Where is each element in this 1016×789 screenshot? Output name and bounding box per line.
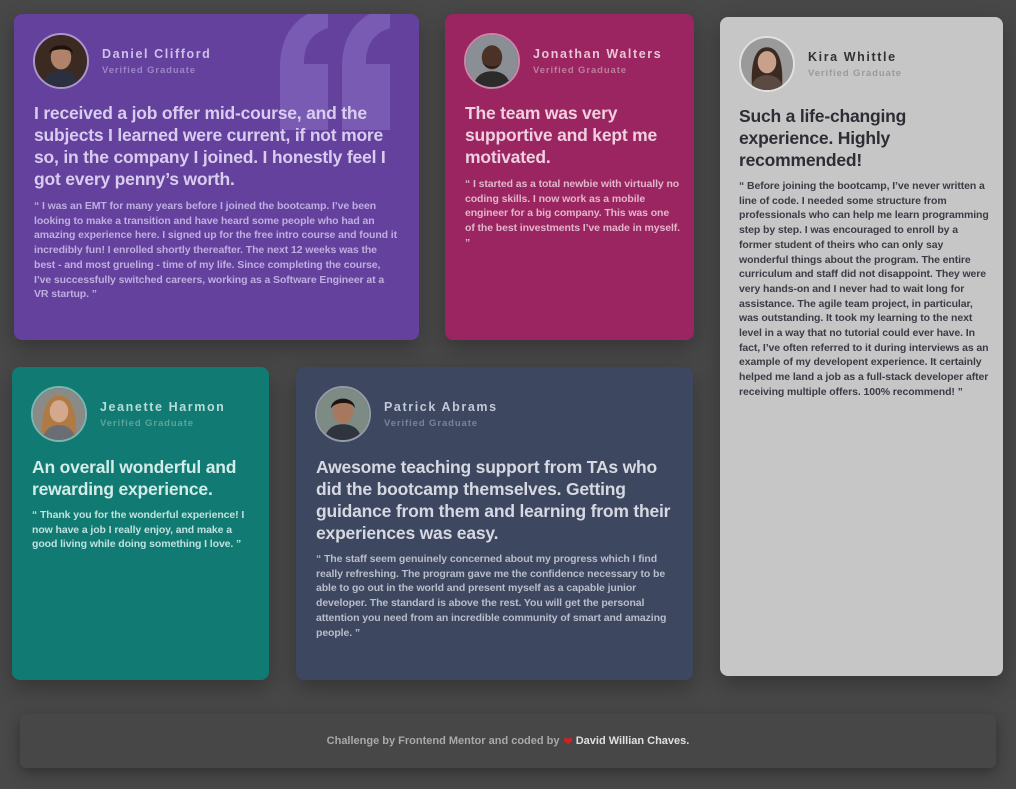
testimonial-card-jeanette-harmon: Jeanette Harmon Verified Graduate An ove… bbox=[12, 367, 269, 680]
person-avatar-icon bbox=[739, 36, 795, 92]
author-role: Verified Graduate bbox=[808, 67, 902, 79]
person-avatar-icon bbox=[315, 386, 371, 442]
person-avatar-icon bbox=[464, 33, 520, 89]
card-header: Daniel Clifford Verified Graduate bbox=[33, 33, 211, 89]
author-name: Jonathan Walters bbox=[533, 46, 663, 61]
attribution-author[interactable]: David Willian Chaves. bbox=[576, 735, 690, 747]
author-info: Kira Whittle Verified Graduate bbox=[808, 49, 902, 80]
card-header: Kira Whittle Verified Graduate bbox=[739, 36, 902, 92]
card-header: Jonathan Walters Verified Graduate bbox=[464, 33, 662, 89]
testimonial-headline: Such a life-changing experience. Highly … bbox=[739, 106, 907, 170]
testimonial-quote: “ I was an EMT for many years before I j… bbox=[34, 200, 397, 301]
testimonial-quote: “ The staff seem genuinely concerned abo… bbox=[316, 553, 667, 639]
attribution-prefix[interactable]: Challenge by Frontend Mentor and coded b… bbox=[327, 735, 560, 747]
author-info: Patrick Abrams Verified Graduate bbox=[384, 399, 498, 430]
testimonial-card-patrick-abrams: Patrick Abrams Verified Graduate Awesome… bbox=[296, 367, 693, 680]
author-info: Daniel Clifford Verified Graduate bbox=[102, 46, 211, 77]
heart-icon: ❤ bbox=[563, 735, 573, 748]
card-header: Jeanette Harmon Verified Graduate bbox=[31, 386, 225, 442]
author-role: Verified Graduate bbox=[102, 64, 196, 76]
testimonial-quote: “ Thank you for the wonderful experience… bbox=[32, 509, 245, 551]
testimonial-headline: An overall wonderful and rewarding exper… bbox=[32, 457, 237, 499]
person-avatar-icon bbox=[33, 33, 89, 89]
testimonial-card-kira-whittle: Kira Whittle Verified Graduate Such a li… bbox=[720, 17, 1003, 676]
testimonial-quote: “ Before joining the bootcamp, I’ve neve… bbox=[739, 180, 989, 398]
card-header: Patrick Abrams Verified Graduate bbox=[315, 386, 498, 442]
testimonial-headline: Awesome teaching support from TAs who di… bbox=[316, 457, 671, 543]
author-name: Jeanette Harmon bbox=[100, 399, 226, 414]
author-info: Jeanette Harmon Verified Graduate bbox=[100, 399, 225, 430]
testimonial-headline: I received a job offer mid-course, and t… bbox=[34, 103, 386, 189]
author-name: Kira Whittle bbox=[808, 49, 897, 64]
author-role: Verified Graduate bbox=[384, 417, 478, 429]
author-role: Verified Graduate bbox=[533, 64, 627, 76]
attribution-footer: Challenge by Frontend Mentor and coded b… bbox=[20, 714, 996, 768]
author-info: Jonathan Walters Verified Graduate bbox=[533, 46, 662, 77]
testimonial-card-jonathan-walters: Jonathan Walters Verified Graduate The t… bbox=[445, 14, 694, 340]
person-avatar-icon bbox=[31, 386, 87, 442]
author-name: Patrick Abrams bbox=[384, 399, 498, 414]
testimonial-headline: The team was very supportive and kept me… bbox=[465, 103, 658, 167]
author-name: Daniel Clifford bbox=[102, 46, 212, 61]
testimonial-card-daniel-clifford: Daniel Clifford Verified Graduate I rece… bbox=[14, 14, 419, 340]
testimonial-quote: “ I started as a total newbie with virtu… bbox=[465, 178, 681, 249]
author-role: Verified Graduate bbox=[100, 417, 194, 429]
